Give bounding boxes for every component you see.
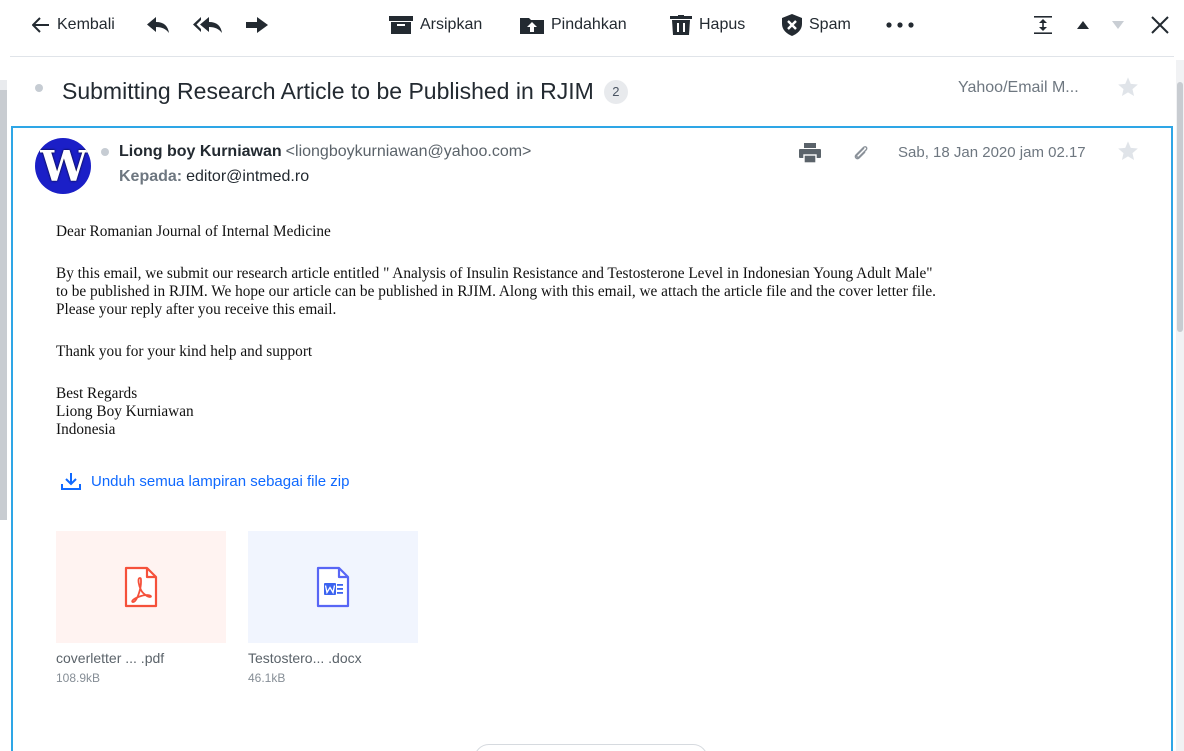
caret-down-icon (1112, 21, 1124, 29)
body-paragraph-line: Please your reply after you receive this… (56, 301, 337, 318)
download-all-zip-link[interactable]: Unduh semua lampiran sebagai file zip (61, 472, 349, 490)
reply-all-button[interactable] (193, 0, 223, 50)
move-label: Pindahkan (551, 16, 627, 33)
more-dots-icon (886, 22, 914, 28)
sender-name: Liong boy Kurniawan (119, 143, 282, 160)
message-scroll-thumb[interactable] (1177, 82, 1183, 332)
delete-label: Hapus (699, 16, 746, 33)
body-paragraph-line: to be published in RJIM. We hope our art… (56, 283, 936, 300)
sender-line[interactable]: Liong boy Kurniawan <liongboykurniawan@ya… (119, 143, 531, 161)
forward-button[interactable] (245, 0, 269, 50)
star-icon (1118, 141, 1138, 160)
attachment-size: 46.1kB (248, 671, 286, 685)
subject-title: Submitting Research Article to be Publis… (62, 78, 628, 105)
print-button[interactable] (799, 143, 821, 168)
back-label: Kembali (57, 16, 115, 33)
body-signature-line: Liong Boy Kurniawan (56, 403, 194, 420)
arrow-left-icon (32, 17, 49, 33)
spam-button[interactable]: Spam (782, 0, 851, 50)
attachment-name: Testostero... .docx (248, 650, 362, 666)
left-pane-scroll-thumb[interactable] (0, 90, 7, 520)
subject-text: Submitting Research Article to be Publis… (62, 78, 594, 104)
message-body: Dear Romanian Journal of Internal Medici… (56, 223, 1136, 439)
previous-message-button[interactable] (1076, 0, 1090, 50)
back-button[interactable]: Kembali (32, 0, 115, 50)
sender-avatar[interactable]: W (35, 138, 91, 194)
star-thread-button[interactable] (1117, 76, 1139, 103)
attachment-size: 108.9kB (56, 671, 101, 685)
message-unread-dot[interactable] (101, 148, 109, 156)
reply-all-icon (193, 17, 222, 33)
body-thanks: Thank you for your kind help and support (56, 343, 313, 360)
avatar-letter: W (40, 142, 87, 191)
download-icon (61, 473, 81, 490)
caret-up-icon (1077, 21, 1089, 29)
attachment-card-pdf[interactable]: coverletter ... .pdf 108.9kB (56, 531, 226, 685)
pdf-icon (124, 566, 158, 608)
delete-button[interactable]: Hapus (670, 0, 745, 50)
body-signature-line: Best Regards (56, 385, 138, 402)
folder-label[interactable]: Yahoo/Email M... (958, 79, 1079, 97)
next-message-button[interactable] (1111, 0, 1125, 50)
attachment-thumbnail[interactable] (248, 531, 418, 643)
close-icon (1151, 16, 1169, 34)
download-all-label: Unduh semua lampiran sebagai file zip (91, 472, 350, 490)
thread-count-badge: 2 (603, 80, 628, 104)
sender-email: <liongboykurniawan@yahoo.com> (285, 143, 532, 160)
expand-collapse-button[interactable] (1033, 0, 1053, 50)
move-button[interactable]: Pindahkan (520, 0, 627, 50)
quick-reply-pill[interactable] (474, 744, 708, 751)
toolbar-divider (10, 56, 1174, 57)
spam-label: Spam (809, 16, 851, 33)
reply-button[interactable] (146, 0, 170, 50)
paperclip-icon (854, 146, 868, 160)
recipient-label: Kepada: (119, 168, 183, 185)
message-toolbar: Kembali Arsipkan Pindahkan Hapus Spam (0, 0, 1184, 50)
star-icon (1118, 77, 1138, 96)
reply-icon (147, 17, 169, 33)
collapse-icon (1034, 16, 1052, 34)
attachment-card-docx[interactable]: Testostero... .docx 46.1kB (248, 531, 418, 685)
word-doc-icon (316, 566, 350, 608)
trash-icon (670, 15, 692, 35)
archive-icon (389, 16, 413, 34)
unread-dot[interactable] (35, 84, 43, 92)
body-paragraph-line: By this email, we submit our research ar… (56, 265, 933, 282)
printer-icon (799, 143, 821, 164)
attachment-indicator[interactable] (852, 144, 870, 167)
move-folder-icon (520, 18, 544, 34)
attachment-thumbnail[interactable] (56, 531, 226, 643)
attachment-name: coverletter ... .pdf (56, 650, 165, 666)
recipient-email[interactable]: editor@intmed.ro (186, 168, 309, 185)
archive-button[interactable]: Arsipkan (389, 0, 482, 50)
star-message-button[interactable] (1117, 140, 1139, 167)
archive-label: Arsipkan (420, 16, 483, 33)
spam-shield-icon (782, 14, 802, 36)
message-date: Sab, 18 Jan 2020 jam 02.17 (898, 144, 1086, 161)
forward-icon (246, 17, 268, 33)
close-button[interactable] (1151, 0, 1169, 50)
recipient-line: Kepada: editor@intmed.ro (119, 168, 309, 186)
more-actions-button[interactable] (886, 0, 914, 50)
body-greeting: Dear Romanian Journal of Internal Medici… (56, 223, 331, 240)
body-signature-line: Indonesia (56, 421, 116, 438)
